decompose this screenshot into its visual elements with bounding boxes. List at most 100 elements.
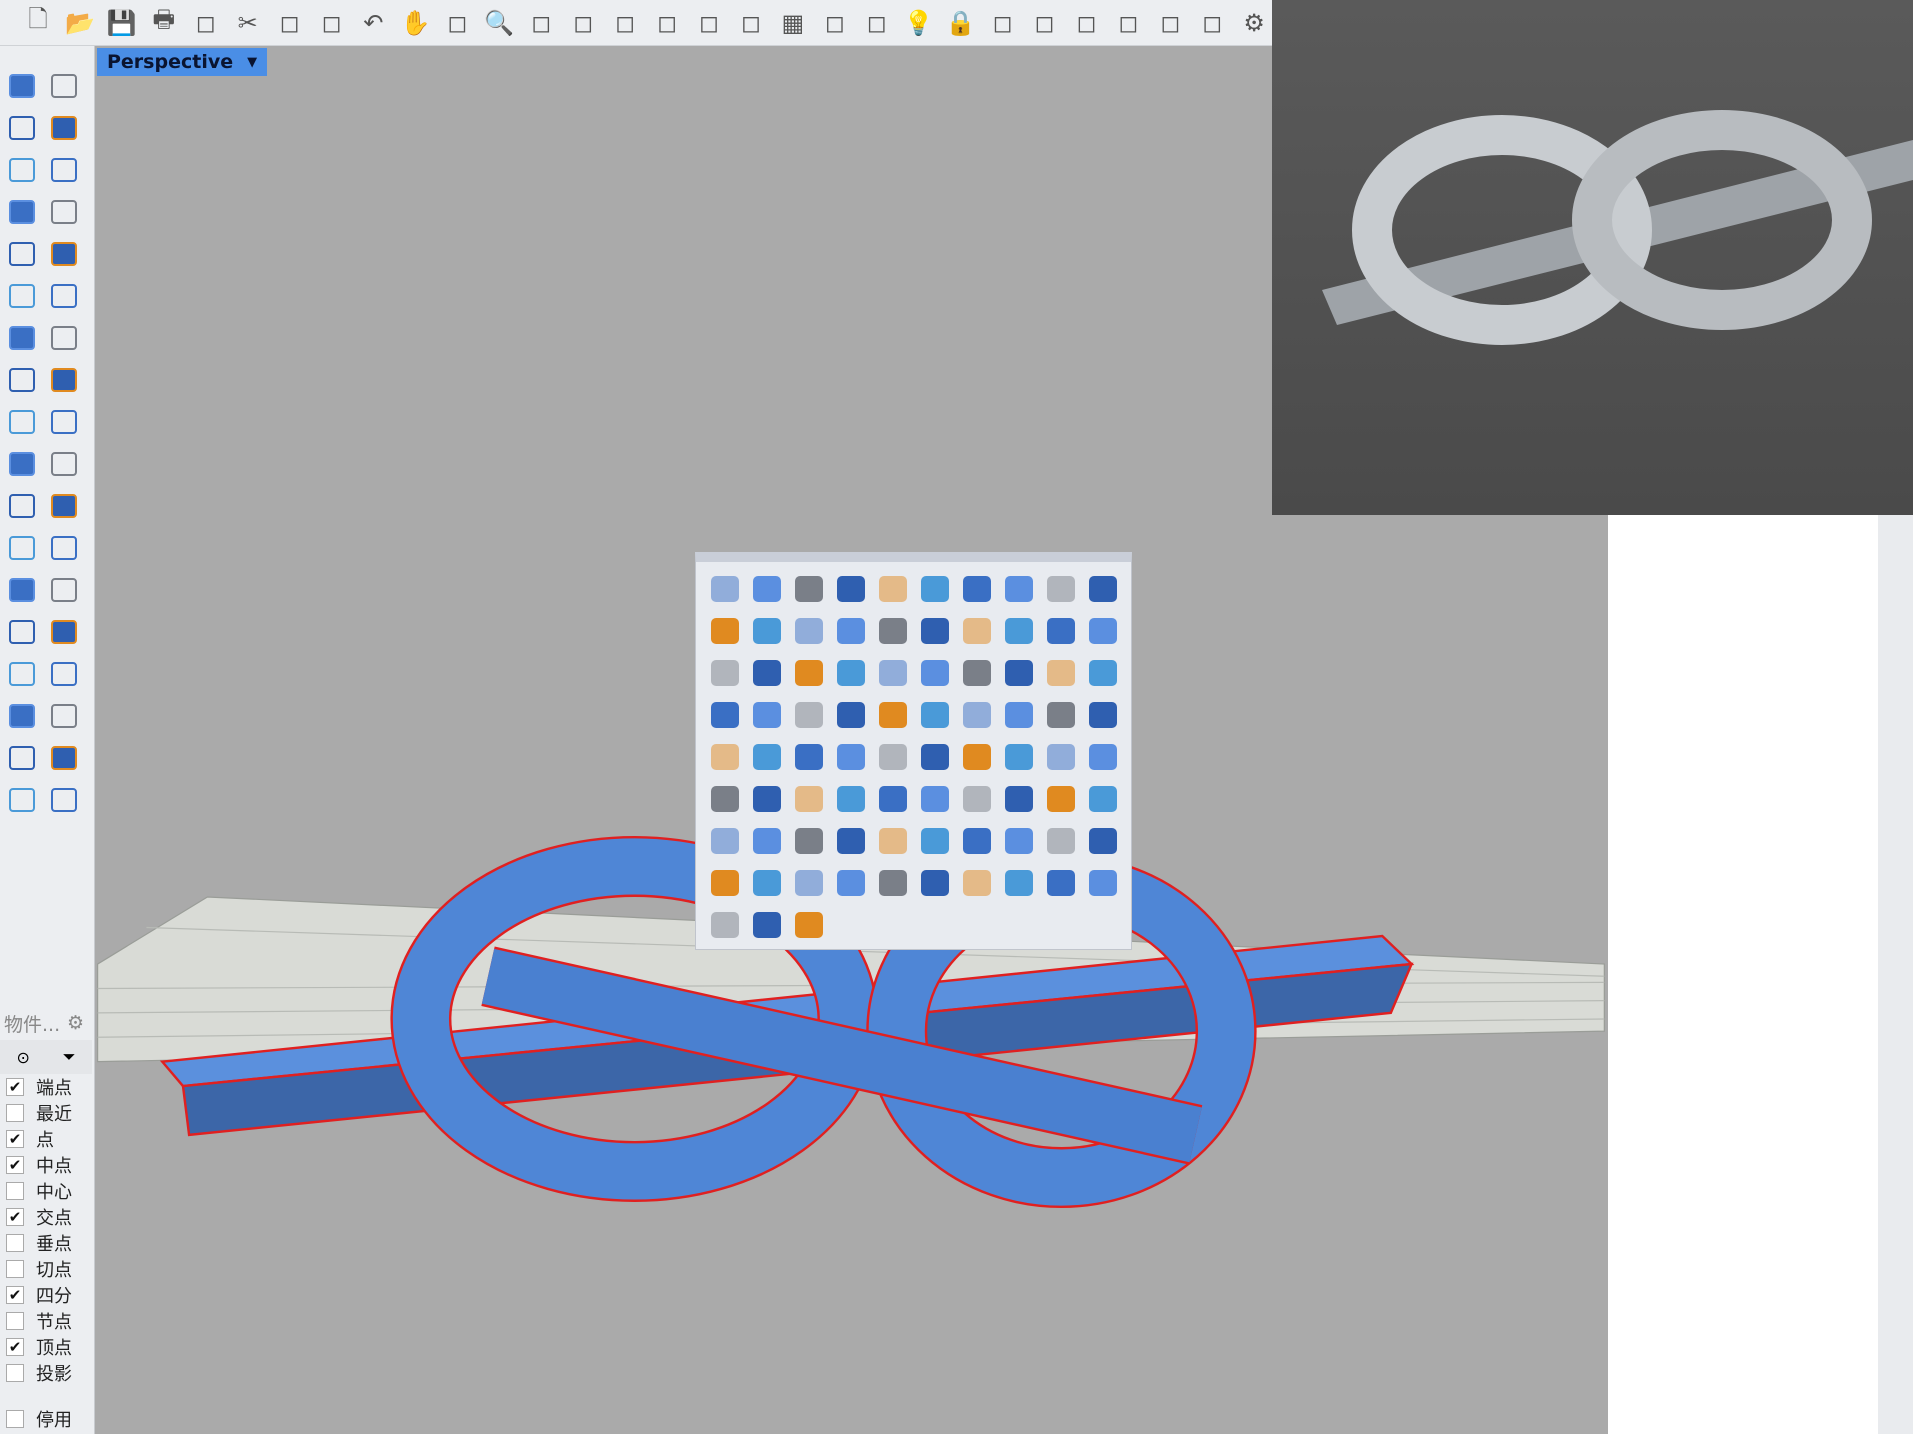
left-tool-icon[interactable]: [44, 66, 84, 106]
checkbox[interactable]: ✔: [6, 1078, 24, 1096]
popup-tool-icon[interactable]: [830, 736, 872, 778]
popup-tool-icon[interactable]: [704, 652, 746, 694]
popup-tool-icon[interactable]: [1082, 610, 1124, 652]
left-tool-icon[interactable]: [2, 66, 42, 106]
osnap-item[interactable]: ✔ 中点: [0, 1152, 92, 1178]
popup-tool-icon[interactable]: [1040, 820, 1082, 862]
color-wheel-icon[interactable]: ◻: [1027, 5, 1063, 41]
checkbox[interactable]: [6, 1182, 24, 1200]
popup-tool-icon[interactable]: [704, 862, 746, 904]
rendered-sphere-icon[interactable]: ◻: [1110, 5, 1146, 41]
popup-tool-icon[interactable]: [830, 694, 872, 736]
popup-tool-icon[interactable]: [872, 610, 914, 652]
popup-tool-icon[interactable]: [1082, 652, 1124, 694]
left-tool-icon[interactable]: [44, 612, 84, 652]
popup-tool-icon[interactable]: [704, 736, 746, 778]
points-icon[interactable]: ◻: [859, 5, 895, 41]
zoom-icon[interactable]: 🔍: [481, 5, 517, 41]
popup-tool-icon[interactable]: [746, 820, 788, 862]
left-tool-icon[interactable]: [44, 318, 84, 358]
car-icon[interactable]: ◻: [733, 5, 769, 41]
osnap-item[interactable]: ✔ 四分: [0, 1282, 92, 1308]
popup-tool-icon[interactable]: [872, 862, 914, 904]
popup-tool-icon[interactable]: [1082, 820, 1124, 862]
popup-tool-icon[interactable]: [872, 736, 914, 778]
left-tool-icon[interactable]: [2, 654, 42, 694]
popup-tool-icon[interactable]: [1040, 778, 1082, 820]
checkbox[interactable]: ✔: [6, 1156, 24, 1174]
left-tool-icon[interactable]: [2, 780, 42, 820]
popup-tool-icon[interactable]: [872, 694, 914, 736]
popup-tool-icon[interactable]: [746, 610, 788, 652]
osnap-item[interactable]: 中心: [0, 1178, 92, 1204]
chevron-down-icon[interactable]: ▼: [247, 55, 257, 70]
left-tool-icon[interactable]: [2, 318, 42, 358]
left-tool-icon[interactable]: [44, 486, 84, 526]
osnap-item[interactable]: 投影: [0, 1360, 92, 1386]
osnap-item[interactable]: 垂点: [0, 1230, 92, 1256]
popup-tool-icon[interactable]: [788, 610, 830, 652]
page-icon[interactable]: ◻: [188, 5, 224, 41]
popup-tool-icon[interactable]: [788, 736, 830, 778]
open-folder-icon[interactable]: 📂: [62, 5, 98, 41]
left-tool-icon[interactable]: [44, 780, 84, 820]
left-tool-icon[interactable]: [2, 570, 42, 610]
left-tool-icon[interactable]: [44, 192, 84, 232]
popup-tool-icon[interactable]: [914, 736, 956, 778]
left-tool-icon[interactable]: [44, 276, 84, 316]
four-views-icon[interactable]: ◻: [691, 5, 727, 41]
copy-icon[interactable]: ◻: [272, 5, 308, 41]
popup-tool-icon[interactable]: [1082, 736, 1124, 778]
popup-tool-icon[interactable]: [830, 610, 872, 652]
osnap-item[interactable]: ✔ 端点: [0, 1074, 92, 1100]
bulb-icon[interactable]: 💡: [901, 5, 937, 41]
popup-tool-icon[interactable]: [746, 904, 788, 946]
osnap-item[interactable]: ✔ 顶点: [0, 1334, 92, 1360]
left-tool-icon[interactable]: [2, 402, 42, 442]
circle-snap-icon[interactable]: ◻: [817, 5, 853, 41]
osnap-tab-icon[interactable]: ⊙: [16, 1048, 29, 1067]
popup-tool-icon[interactable]: [1040, 610, 1082, 652]
zoom-window-icon[interactable]: ◻: [523, 5, 559, 41]
popup-tool-icon[interactable]: [998, 778, 1040, 820]
osnap-item[interactable]: 节点: [0, 1308, 92, 1334]
popup-tool-icon[interactable]: [1040, 736, 1082, 778]
left-tool-icon[interactable]: [2, 612, 42, 652]
popup-tool-icon[interactable]: [872, 820, 914, 862]
popup-tool-icon[interactable]: [746, 736, 788, 778]
zoom-selected-icon[interactable]: ◻: [607, 5, 643, 41]
left-tool-icon[interactable]: [2, 738, 42, 778]
checkbox[interactable]: [6, 1364, 24, 1382]
left-tool-icon[interactable]: [44, 654, 84, 694]
left-tool-icon[interactable]: [44, 234, 84, 274]
popup-tool-icon[interactable]: [704, 610, 746, 652]
popup-tool-icon[interactable]: [956, 862, 998, 904]
popup-tool-icon[interactable]: [746, 778, 788, 820]
popup-tool-icon[interactable]: [998, 652, 1040, 694]
popup-tool-icon[interactable]: [830, 778, 872, 820]
popup-tool-icon[interactable]: [914, 820, 956, 862]
popup-tool-icon[interactable]: [872, 568, 914, 610]
popup-tool-icon[interactable]: [788, 862, 830, 904]
popup-tool-icon[interactable]: [830, 652, 872, 694]
popup-tool-icon[interactable]: [704, 820, 746, 862]
osnap-item[interactable]: ✔ 交点: [0, 1204, 92, 1230]
popup-tool-icon[interactable]: [788, 652, 830, 694]
cut-icon[interactable]: ✂: [230, 5, 266, 41]
checkbox[interactable]: [6, 1104, 24, 1122]
checkbox[interactable]: ✔: [6, 1286, 24, 1304]
left-tool-icon[interactable]: [44, 444, 84, 484]
left-tool-icon[interactable]: [2, 528, 42, 568]
popup-tool-icon[interactable]: [998, 694, 1040, 736]
popup-tool-icon[interactable]: [998, 568, 1040, 610]
checkbox[interactable]: ✔: [6, 1130, 24, 1148]
popup-tool-icon[interactable]: [956, 694, 998, 736]
popup-tool-icon[interactable]: [746, 694, 788, 736]
checkbox[interactable]: [6, 1410, 24, 1428]
grid-icon[interactable]: ▦: [775, 5, 811, 41]
shaded-sphere-icon[interactable]: ◻: [1068, 5, 1104, 41]
gear-icon[interactable]: ⚙: [1236, 5, 1272, 41]
pen-icon[interactable]: ◻: [1194, 5, 1230, 41]
left-tool-icon[interactable]: [2, 150, 42, 190]
paste-icon[interactable]: ◻: [314, 5, 350, 41]
